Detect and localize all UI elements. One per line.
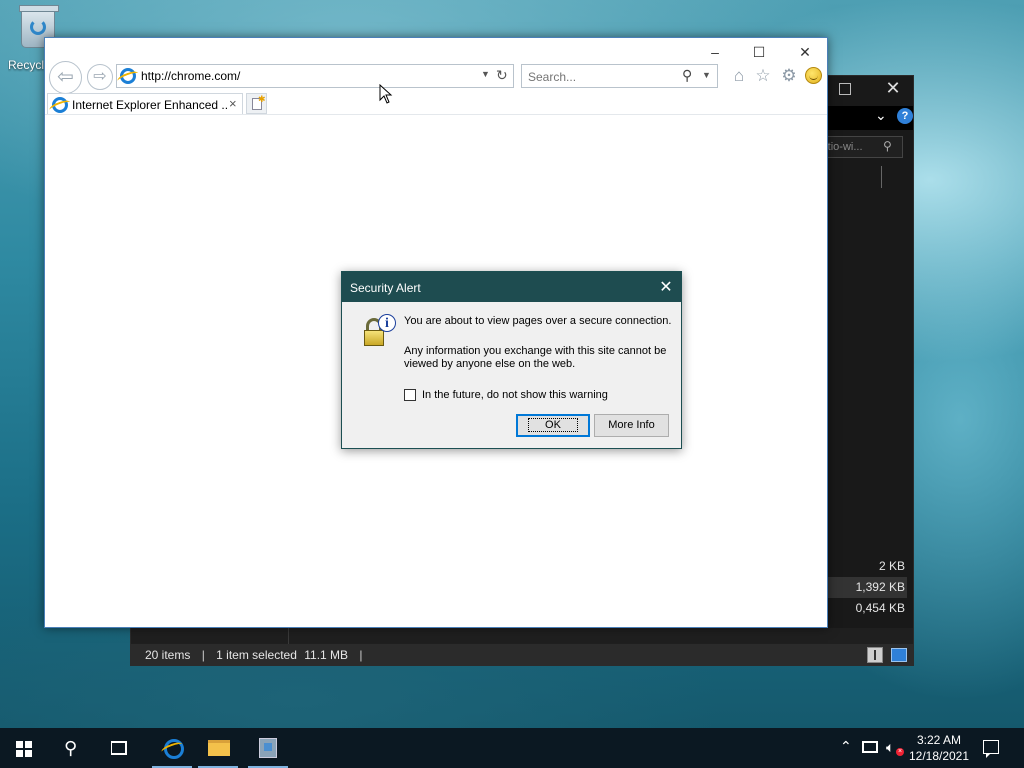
taskbar-clock[interactable]: 3:22 AM 12/18/2021 (906, 732, 972, 764)
ie-maximize-button[interactable]: ☐ (749, 44, 769, 61)
search-bar[interactable]: ⚲ ▼ (521, 64, 718, 88)
file-size-cell[interactable]: 1,392 KB (825, 577, 907, 598)
task-view-icon[interactable] (111, 741, 127, 755)
address-bar[interactable]: ▼ ↻ (116, 64, 514, 88)
large-icons-view-icon[interactable] (891, 648, 907, 662)
search-dropdown-icon[interactable]: ▼ (702, 70, 711, 80)
status-separator: | (201, 648, 205, 662)
forward-arrow-icon: ⇨ (93, 68, 107, 85)
secure-lock-info-icon: i (364, 314, 398, 348)
forward-button[interactable]: ⇨ (87, 64, 113, 90)
taskbar-internet-explorer[interactable] (152, 728, 192, 768)
details-view-icon[interactable] (867, 647, 883, 663)
clock-date: 12/18/2021 (908, 749, 970, 763)
folder-icon (208, 740, 230, 756)
status-item-count: 20 items (145, 648, 191, 662)
status-size: 11.1 MB (304, 648, 349, 662)
feedback-smiley-icon[interactable] (805, 67, 822, 84)
taskbar: ⚲ ⌃ 🔈︎ × 3:22 AM 12/18/2021 (0, 728, 1024, 768)
explorer-close-button[interactable]: ✕ (883, 78, 903, 99)
volume-muted-badge-icon: × (896, 748, 904, 756)
new-tab-star-icon: ✱ (258, 94, 266, 104)
ie-minimize-button[interactable]: – (705, 44, 725, 60)
ribbon-expand-chevron-icon[interactable]: ⌄ (875, 107, 887, 124)
file-size-cell[interactable]: 2 KB (825, 556, 907, 577)
status-separator: | (359, 648, 363, 662)
file-size-column: 2 KB 1,392 KB 0,454 KB (825, 556, 907, 619)
action-center-notification-icon[interactable] (983, 740, 999, 758)
toolbar-divider (45, 114, 827, 115)
show-hidden-icons-chevron-icon[interactable]: ⌃ (840, 738, 852, 755)
address-input[interactable] (141, 68, 471, 84)
column-splitter[interactable] (881, 166, 882, 188)
network-icon[interactable] (862, 741, 878, 753)
tab-ie-enhanced-security[interactable]: Internet Explorer Enhanced ... × (47, 93, 243, 115)
clock-time: 3:22 AM (916, 733, 962, 747)
explorer-maximize-button[interactable] (839, 83, 851, 95)
back-arrow-icon: ⇦ (57, 66, 74, 88)
more-info-button[interactable]: More Info (594, 414, 669, 437)
dialog-title: Security Alert (342, 272, 681, 302)
taskbar-file-explorer[interactable] (198, 728, 238, 768)
security-alert-dialog: Security Alert ✕ i You are about to view… (341, 271, 682, 449)
explorer-status-bar: 20 items | 1 item selected 11.1 MB | (131, 644, 913, 666)
internet-explorer-icon (164, 739, 184, 759)
new-tab-button[interactable]: ✱ (246, 93, 267, 114)
tab-title: Internet Explorer Enhanced ... (72, 98, 228, 112)
home-icon[interactable]: ⌂ (729, 66, 749, 86)
ok-button[interactable]: OK (516, 414, 590, 437)
file-size-cell[interactable]: 0,454 KB (825, 598, 907, 619)
taskbar-server-manager[interactable] (248, 728, 288, 768)
explorer-search-icon[interactable]: ⚲ (883, 139, 892, 153)
ie-close-button[interactable]: ✕ (795, 44, 815, 61)
favorites-star-icon[interactable]: ☆ (753, 66, 773, 86)
ie-page-icon (120, 68, 136, 84)
dont-show-warning-label[interactable]: In the future, do not show this warning (422, 389, 608, 401)
server-manager-icon (259, 738, 277, 758)
taskbar-search-icon[interactable]: ⚲ (64, 738, 77, 759)
ok-button-label: OK (528, 418, 578, 432)
explorer-bottom-band (131, 628, 913, 644)
volume-icon[interactable]: 🔈︎ (886, 739, 894, 756)
back-button[interactable]: ⇦ (49, 61, 82, 94)
status-selected: 1 item selected (216, 648, 297, 662)
dialog-message-primary: You are about to view pages over a secur… (404, 315, 672, 327)
refresh-icon[interactable]: ↻ (496, 67, 508, 84)
tab-close-icon[interactable]: × (229, 96, 237, 111)
dialog-message-secondary: Any information you exchange with this s… (404, 345, 667, 370)
search-icon[interactable]: ⚲ (682, 67, 692, 84)
tools-gear-icon[interactable]: ⚙ (779, 66, 799, 86)
start-windows-icon[interactable] (16, 741, 32, 757)
mouse-cursor-icon (379, 84, 393, 104)
navigation-pane-splitter[interactable] (288, 628, 289, 644)
address-dropdown-icon[interactable]: ▼ (481, 69, 490, 79)
dialog-close-button[interactable]: ✕ (658, 277, 674, 297)
dont-show-warning-checkbox[interactable] (404, 389, 416, 401)
tab-ie-icon (52, 97, 68, 113)
help-icon[interactable]: ? (897, 108, 913, 124)
search-input[interactable] (528, 69, 678, 84)
